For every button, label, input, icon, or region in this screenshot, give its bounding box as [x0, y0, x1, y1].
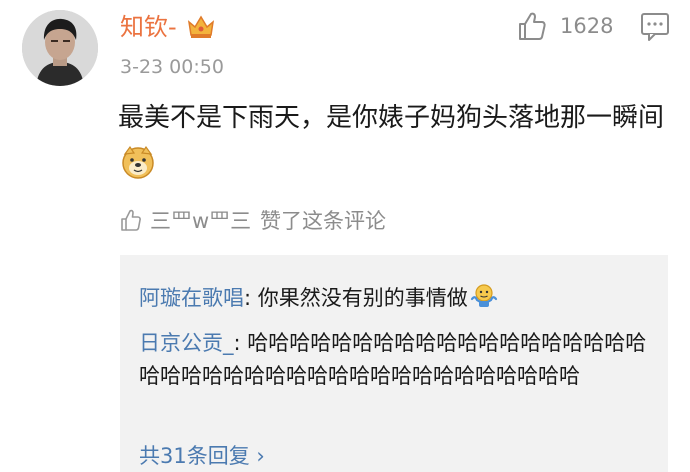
more-replies-link[interactable]: 共31条回复 ›	[139, 441, 265, 471]
like-button[interactable]: 1628	[516, 8, 620, 44]
comment-icon[interactable]	[639, 10, 671, 42]
like-count: 1628	[560, 14, 614, 38]
small-thumb-up-icon	[121, 209, 141, 231]
reply-author[interactable]: 日京公贡_	[139, 331, 234, 355]
reply-colon: :	[244, 286, 258, 310]
replies-box: 阿璇在歌唱: 你果然没有别的事情做 日京公贡_: 哈哈哈哈哈哈哈哈哈哈哈哈哈哈哈…	[120, 255, 668, 472]
thumb-up-icon	[519, 12, 546, 40]
reply-item: 阿璇在歌唱: 你果然没有别的事情做	[139, 281, 649, 315]
reply-item: 日京公贡_: 哈哈哈哈哈哈哈哈哈哈哈哈哈哈哈哈哈哈哈哈哈哈哈哈哈哈哈哈哈哈哈哈哈…	[139, 327, 649, 393]
reply-author[interactable]: 阿璇在歌唱	[139, 286, 244, 310]
liker-name[interactable]: 三罒w罒三	[150, 206, 251, 236]
liked-text: 赞了这条评论	[260, 209, 386, 233]
avatar[interactable]	[22, 10, 98, 86]
crown-icon	[187, 15, 215, 38]
shrug-icon	[470, 284, 497, 307]
reply-text: 你果然没有别的事情做	[257, 286, 468, 310]
doge-icon	[122, 145, 154, 179]
reply-colon: :	[233, 331, 248, 355]
timestamp: 3-23 00:50	[120, 56, 224, 78]
comment-text: 最美不是下雨天，是你婊子妈狗头落地那一瞬间	[118, 94, 678, 190]
username[interactable]: 知钦-	[120, 12, 177, 42]
comment-body: 最美不是下雨天，是你婊子妈狗头落地那一瞬间	[118, 103, 665, 133]
avatar-image	[22, 10, 98, 86]
